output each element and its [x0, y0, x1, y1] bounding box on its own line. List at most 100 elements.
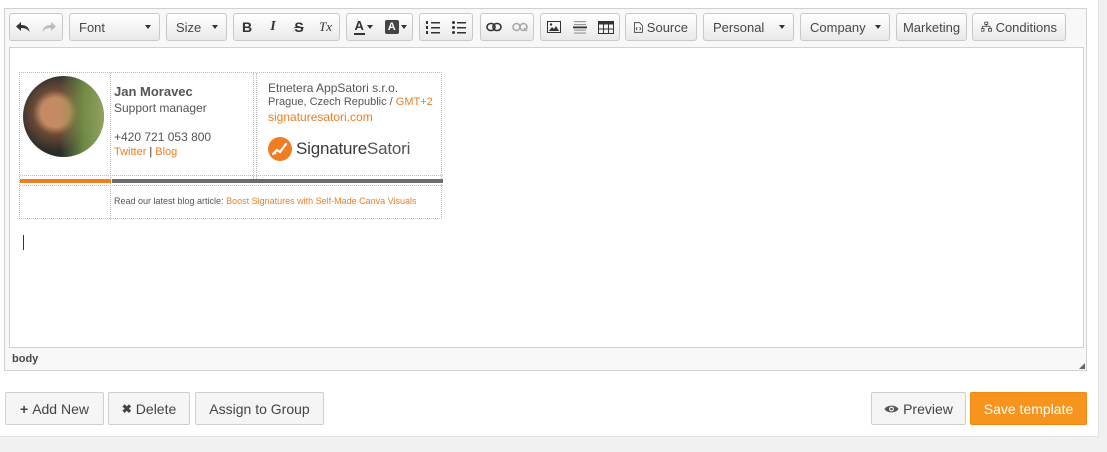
bold-button[interactable]: B [234, 14, 260, 40]
numbered-list-button[interactable] [420, 14, 446, 40]
font-combo[interactable]: Font [69, 13, 160, 41]
eye-icon [884, 405, 899, 412]
conditions-icon [981, 21, 992, 32]
italic-button[interactable]: I [260, 14, 286, 40]
add-new-button[interactable]: + Add New [5, 392, 104, 425]
undo-button[interactable] [10, 14, 36, 40]
assign-to-group-label: Assign to Group [209, 400, 310, 417]
chevron-down-icon [145, 25, 151, 29]
text-color-icon: A [353, 18, 365, 35]
signature-timezone: GMT+2 [395, 96, 433, 108]
link-button[interactable] [481, 14, 507, 40]
undo-icon [16, 22, 30, 32]
redo-button[interactable] [36, 14, 62, 40]
source-icon [634, 21, 643, 33]
text-color-swatch [353, 33, 365, 35]
bulleted-list-icon [452, 21, 466, 34]
add-new-label: Add New [32, 400, 89, 417]
strikethrough-icon: S [294, 19, 304, 35]
link-separator: | [149, 146, 153, 158]
marketing-button[interactable]: Marketing [897, 14, 966, 40]
editor-panel: Font Size B I S Tx A A Source Personal C… [0, 0, 1099, 437]
personal-combo[interactable]: Personal [703, 13, 794, 41]
logo-mark-icon [268, 137, 292, 161]
signature-title: Support manager [114, 101, 207, 115]
marketing-group: Marketing [896, 13, 967, 41]
basic-styles-group: B I S Tx [233, 13, 340, 41]
chevron-down-icon [366, 25, 373, 29]
chevron-down-icon [400, 25, 407, 29]
signature-location: Prague, Czech Republic / GMT+2 [268, 96, 433, 108]
personal-combo-label: Personal [713, 19, 765, 35]
source-label: Source [646, 19, 688, 35]
bold-icon: B [241, 19, 253, 35]
signature-name: Jan Moravec [114, 84, 193, 99]
signature-website-link[interactable]: signaturesatori.com [268, 110, 373, 124]
plus-icon: + [20, 400, 29, 417]
size-combo-label: Size [176, 19, 202, 35]
signature-company: Etnetera AppSatori s.r.o. [268, 81, 399, 95]
personal-combo-inner: Personal [704, 14, 793, 40]
company-combo[interactable]: Company [800, 13, 890, 41]
size-combo[interactable]: Size [166, 13, 227, 41]
company-logo: SignatureSatori [268, 136, 410, 162]
blog-promo-prefix: Read our latest blog article: [114, 196, 227, 206]
unlink-button[interactable] [507, 14, 533, 40]
close-icon: ✖ [121, 401, 132, 416]
conditions-label: Conditions [995, 19, 1057, 35]
font-combo-inner: Font [70, 14, 159, 40]
bulleted-list-button[interactable] [446, 14, 472, 40]
link-group [480, 13, 534, 41]
source-button[interactable]: Source [626, 14, 696, 40]
company-combo-inner: Company [801, 14, 889, 40]
horizontal-line-button[interactable] [567, 14, 593, 40]
rich-text-editor: Font Size B I S Tx A A Source Personal C… [4, 8, 1087, 371]
unlink-icon [512, 22, 528, 32]
cell-divider [256, 73, 257, 181]
assign-to-group-button[interactable]: Assign to Group [195, 392, 324, 425]
logo-wordmark: SignatureSatori [296, 139, 410, 159]
font-combo-label: Font [79, 19, 106, 35]
editor-content-area[interactable]: Jan Moravec Support manager +420 721 053… [9, 47, 1084, 348]
conditions-button[interactable]: Conditions [973, 14, 1065, 40]
signature-social-links: Twitter | Blog [114, 146, 177, 158]
company-combo-label: Company [810, 19, 866, 35]
table-icon [598, 20, 614, 34]
text-color-glyph: A [354, 18, 364, 33]
signature-blog-promo: Read our latest blog article: Boost Sign… [114, 196, 417, 206]
background-color-button[interactable]: A [380, 14, 413, 40]
blog-article-link[interactable]: Boost Signatures with Self-Made Canva Vi… [226, 196, 416, 206]
remove-format-icon: Tx [319, 19, 332, 34]
history-group [9, 13, 63, 41]
cell-divider [253, 73, 254, 181]
text-color-button[interactable]: A [347, 14, 380, 40]
italic-icon: I [270, 19, 276, 34]
text-cursor [23, 235, 24, 250]
preview-button[interactable]: Preview [871, 392, 966, 425]
twitter-link[interactable]: Twitter [114, 146, 146, 158]
strikethrough-button[interactable]: S [286, 14, 312, 40]
resize-handle[interactable] [1079, 363, 1085, 369]
delete-button[interactable]: ✖ Delete [108, 392, 190, 425]
blog-link[interactable]: Blog [155, 146, 177, 158]
signature-phone: +420 721 053 800 [114, 130, 212, 144]
image-button[interactable] [541, 14, 567, 40]
element-path[interactable]: body [12, 353, 38, 365]
redo-icon [42, 22, 56, 32]
horizontal-line-icon [573, 21, 587, 34]
background-color-icon: A [384, 20, 399, 34]
chevron-down-icon [779, 25, 785, 29]
orange-stripe [20, 179, 111, 183]
gray-stripe [112, 179, 443, 183]
save-template-button[interactable]: Save template [970, 392, 1087, 425]
conditions-group: Conditions [972, 13, 1066, 41]
table-button[interactable] [593, 14, 619, 40]
row-divider [20, 175, 443, 176]
logo-text-part1: Signature [296, 139, 367, 158]
source-group: Source [625, 13, 697, 41]
remove-format-button[interactable]: Tx [312, 14, 339, 40]
cell-divider [110, 73, 111, 220]
link-icon [486, 22, 502, 32]
save-template-label: Save template [983, 400, 1074, 417]
chevron-down-icon [212, 25, 218, 29]
